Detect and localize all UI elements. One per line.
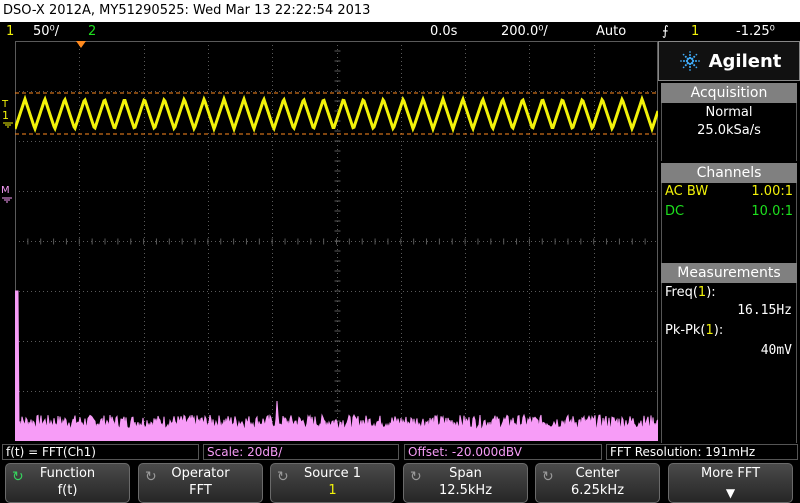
freq-label: Freq(1): [665,285,716,300]
ch1-marker-label: 1 [2,109,9,122]
logo-dot [692,64,695,67]
ch1-number[interactable]: 1 [6,22,14,41]
ch1-ground-marker[interactable]: 1 [2,110,14,128]
operator-softkey[interactable]: ↻ Operator FFT [138,463,263,503]
info-panel: Agilent Acquisition Normal 25.0kSa/s Cha… [658,41,800,443]
logo-dot [688,69,691,71]
acquisition-header[interactable]: Acquisition [661,83,797,103]
time-position[interactable]: 0.0s [430,22,457,41]
softkey-label: Source 1 [303,466,362,481]
ch1-coupling: AC BW [665,184,709,199]
math-info-line: f(t) = FFT(Ch1) Scale: 20dB/ Offset: -20… [0,444,800,460]
logo-dot [688,62,691,66]
trigger-edge-icon: ⨍ [662,24,669,39]
ground-icon [2,197,12,203]
channels-section: AC BW 1.00:1 DC 10.0:1 [661,183,797,263]
math-ground-marker[interactable]: M [1,185,13,203]
function-softkey[interactable]: ↻ Function f(t) [5,463,130,503]
title-text: DSO-X 2012A, MY51290525: Wed Mar 13 22:2… [3,3,371,18]
trigger-position-marker[interactable] [76,41,86,49]
logo-dot [688,65,691,69]
logo-dot [692,55,695,58]
softkey-value: 1 [328,483,337,498]
softkey-value: f(t) [57,483,78,498]
ch1-trace [15,94,658,134]
softkey-value: 6.25kHz [570,483,625,498]
waveform-display[interactable] [15,41,658,441]
fft-scale-box: Scale: 20dB/ [203,444,399,460]
sample-rate: 25.0kSa/s [697,123,761,138]
agilent-logo: Agilent [658,41,800,81]
logo-dot [679,60,682,62]
status-bar: 1 50⁰/ 2 0.0s 200.0⁰/ Auto ⨍ 1 -1.25⁰ [0,22,800,41]
trigger-level[interactable]: -1.25⁰ [736,22,775,41]
time-scale[interactable]: 200.0⁰/ [501,22,548,41]
measurements-section: Freq(1): 16.15Hz Pk-Pk(1): 40mV [661,283,797,443]
trigger-source[interactable]: 1 [691,22,699,41]
trigger-mode[interactable]: Auto [596,22,626,41]
span-softkey[interactable]: ↻ Span 12.5kHz [403,463,528,503]
title-bar: DSO-X 2012A, MY51290525: Wed Mar 13 22:2… [0,0,800,22]
softkey-label: Operator [171,466,230,481]
logo-dot [684,55,687,58]
pkpk-label: Pk-Pk(1): [665,323,724,338]
fft-offset-box: Offset: -20.000dBV [404,444,602,460]
logo-dot [694,59,697,63]
softkey-label: More FFT [700,466,761,481]
logo-dot [688,56,691,60]
graticule [15,41,658,441]
logo-dot [684,64,687,67]
logo-dot [685,59,688,63]
freq-value: 16.15Hz [737,303,792,318]
logo-dot [686,57,689,61]
ch1-scale[interactable]: 50⁰/ [33,22,59,41]
softkey-value: 12.5kHz [438,483,493,498]
logo-dot [690,57,693,61]
pkpk-value: 40mV [760,343,792,358]
logo-dot [697,60,700,62]
logo-dot [682,53,685,56]
logo-dot [695,66,697,69]
ch2-coupling: DC [665,204,685,219]
logo-dot [686,61,689,65]
softkey-bar: ↻ Function f(t) ↻ Operator FFT ↻ Source … [0,461,800,503]
logo-dot [688,53,691,57]
ch1-probe: 1.00:1 [751,184,793,199]
softkey-label: Span [449,466,482,481]
logo-dot [682,59,685,63]
math-marker-label: M [1,185,10,196]
agilent-spark-icon [679,51,700,71]
chevron-down-icon: ▼ [725,486,736,500]
acquisition-mode: Normal [705,105,753,120]
fft-trace [15,290,658,441]
fft-resolution-box: FFT Resolution: 191mHz [606,444,798,460]
fft-spectrum-trace [15,290,658,441]
ch1-waveform-trace [15,94,658,134]
center-softkey[interactable]: ↻ Center 6.25kHz [535,463,660,503]
acquisition-section: Normal 25.0kSa/s [661,103,797,161]
softkey-label: Function [39,466,96,481]
logo-dot [688,51,691,53]
more-fft-softkey[interactable]: More FFT ▼ [668,463,793,503]
logo-dot [695,53,697,56]
ch2-number[interactable]: 2 [88,22,96,41]
brand-name: Agilent [708,50,782,72]
ch2-probe: 10.0:1 [751,204,793,219]
channels-header[interactable]: Channels [661,163,797,183]
logo-dot [682,66,685,69]
logo-dot [690,61,693,65]
math-function-box: f(t) = FFT(Ch1) [2,444,199,460]
ground-icon [3,122,13,128]
logo-dot [691,59,694,63]
softkey-value: FFT [189,483,212,498]
softkey-label: Center [575,466,620,481]
measurements-header[interactable]: Measurements [661,263,797,283]
source1-softkey[interactable]: ↻ Source 1 1 [270,463,395,503]
